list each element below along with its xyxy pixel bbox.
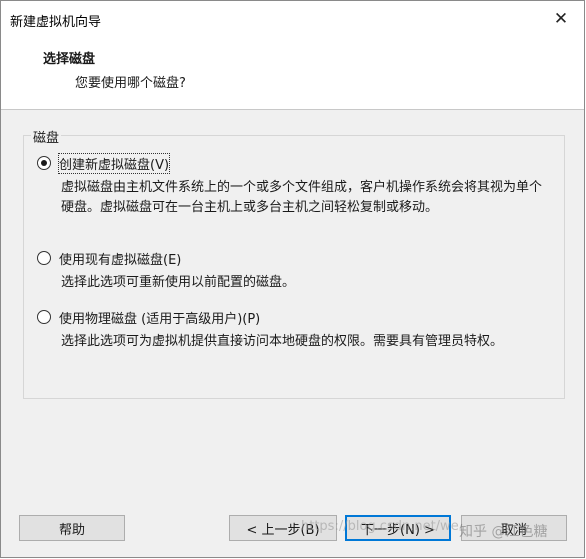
wizard-header: 选择磁盘 您要使用哪个磁盘? [1, 37, 584, 110]
window-title: 新建虚拟机向导 [10, 15, 102, 30]
radio-create-new-disk[interactable] [37, 156, 51, 170]
page-subtitle: 您要使用哪个磁盘? [75, 76, 186, 91]
option-create-new-disk-description: 虚拟磁盘由主机文件系统上的一个或多个文件组成，客户机操作系统会将其视为单个硬盘。… [61, 180, 543, 215]
page-title: 选择磁盘 [43, 52, 96, 67]
new-vm-wizard-dialog: 新建虚拟机向导 ✕ 选择磁盘 您要使用哪个磁盘? 磁盘 创建新虚拟磁盘(V) 虚… [0, 0, 585, 558]
back-button[interactable]: < 上一步(B) [229, 515, 337, 541]
close-button[interactable]: ✕ [538, 1, 584, 37]
option-use-existing-disk-label[interactable]: 使用现有虚拟磁盘(E) [59, 249, 181, 268]
disk-group-legend: 磁盘 [31, 127, 62, 146]
next-button[interactable]: 下一步(N) > [345, 515, 451, 541]
help-button[interactable]: 帮助 [19, 515, 125, 541]
option-create-new-disk-label[interactable]: 创建新虚拟磁盘(V) [57, 153, 171, 174]
option-use-physical-disk-description: 选择此选项可为虚拟机提供直接访问本地硬盘的权限。需要具有管理员特权。 [61, 334, 504, 349]
option-use-physical-disk-label[interactable]: 使用物理磁盘 (适用于高级用户)(P) [59, 308, 260, 327]
radio-use-existing-disk[interactable] [37, 251, 51, 265]
close-icon: ✕ [553, 9, 569, 29]
radio-use-physical-disk[interactable] [37, 310, 51, 324]
cancel-button[interactable]: 取消 [461, 515, 567, 541]
option-use-existing-disk-description: 选择此选项可重新使用以前配置的磁盘。 [61, 275, 296, 290]
title-bar: 新建虚拟机向导 ✕ [1, 1, 584, 37]
